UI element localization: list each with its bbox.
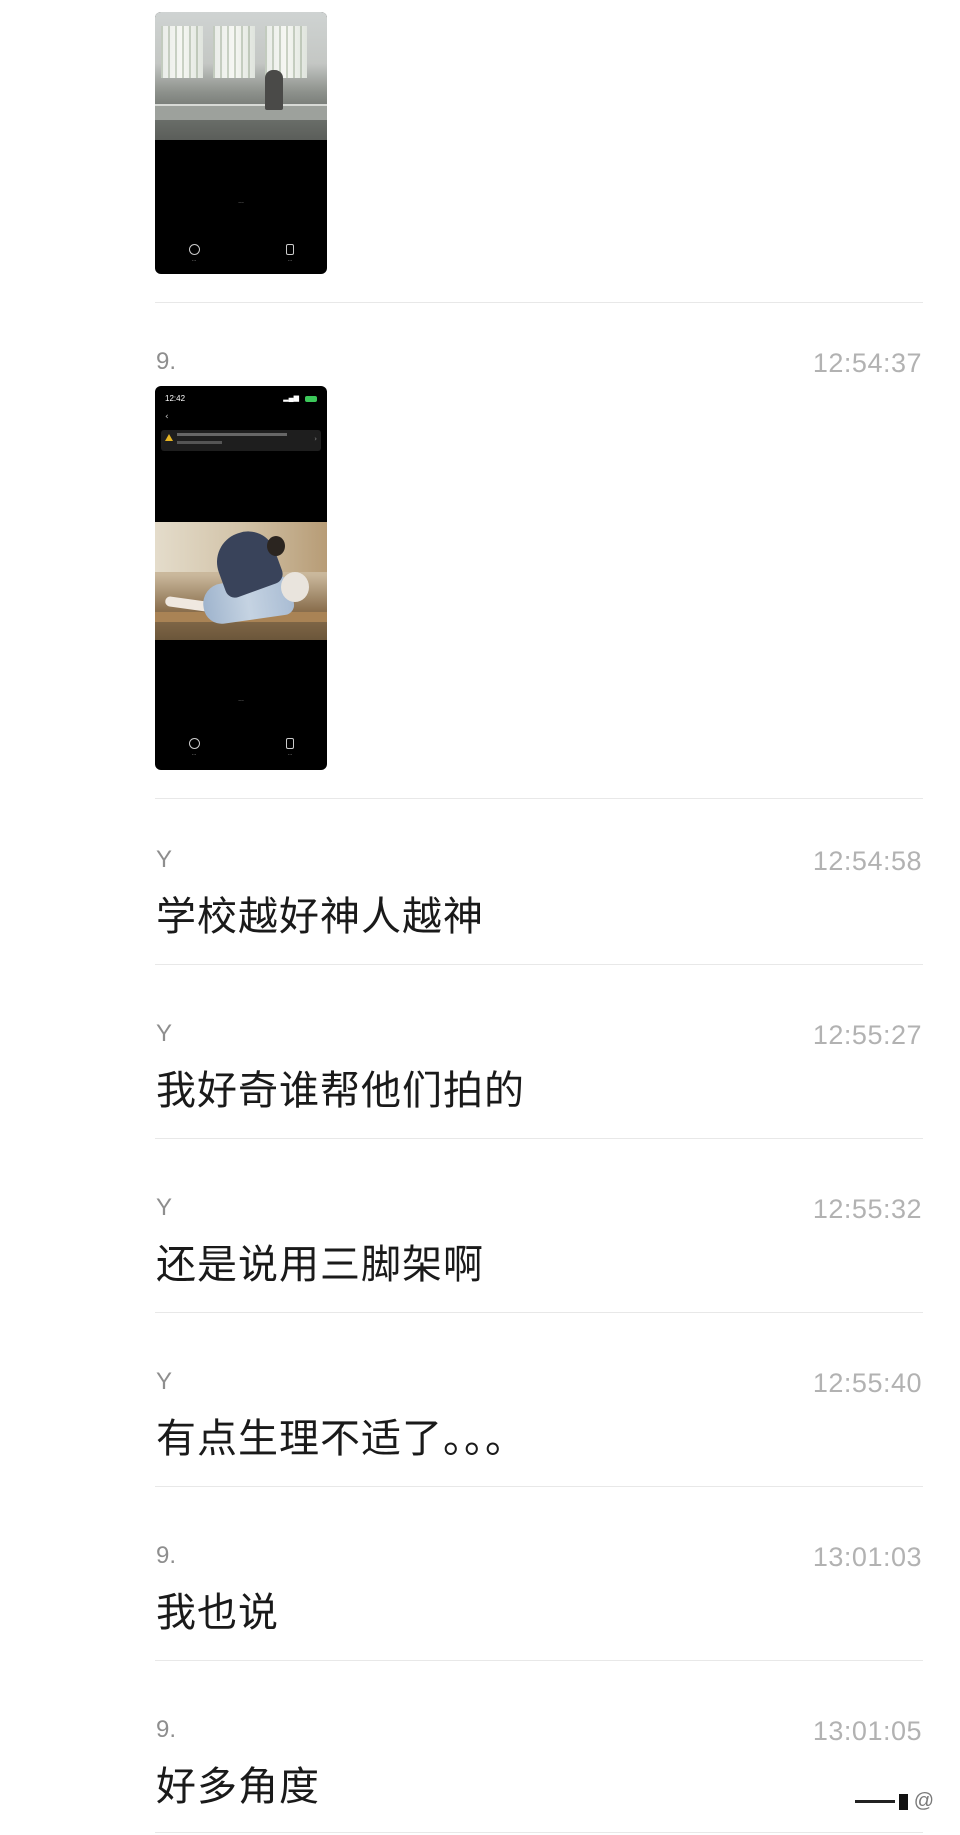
message-sender: 9. (156, 1716, 177, 1743)
message-text: 我也说 (156, 1590, 279, 1636)
message-text: 有点生理不适了。。。 (156, 1416, 526, 1462)
divider (155, 798, 923, 799)
thumbnail-caption: ··· (238, 698, 244, 705)
share-icon (188, 244, 200, 255)
message-time: 12:55:32 (812, 1194, 922, 1224)
chevron-right-icon: › (314, 435, 317, 443)
message-time: 12:55:27 (812, 1020, 922, 1050)
classroom-photo (155, 12, 327, 140)
message-time: 12:54:37 (812, 348, 922, 378)
warning-notice: › (161, 430, 321, 451)
status-bar: 12:42 ▂▄▆ (165, 394, 317, 406)
scene-photo (155, 522, 327, 640)
message-sender: Y (156, 1194, 173, 1221)
thumbnail-left-button: ··· (179, 738, 209, 758)
signal-icon: ▂▄▆ (283, 395, 299, 402)
battery-icon (305, 396, 317, 402)
thumbnail-caption: ··· (238, 200, 244, 207)
thumbnail-right-button: ··· (275, 244, 305, 264)
thumbnail-right-button: ··· (275, 738, 305, 758)
divider (155, 1660, 923, 1661)
divider (155, 1832, 923, 1833)
back-icon: ‹ (165, 412, 169, 422)
divider (155, 1138, 923, 1139)
message-sender: 9. (156, 348, 177, 375)
message-text: 还是说用三脚架啊 (156, 1242, 484, 1288)
image-thumbnail-2[interactable]: 12:42 ▂▄▆ ‹ › ··· ··· ··· (155, 386, 327, 770)
divider (155, 1312, 923, 1313)
message-text: 好多角度 (156, 1764, 320, 1810)
message-text: 我好奇谁帮他们拍的 (156, 1068, 525, 1114)
message-time: 12:55:40 (812, 1368, 922, 1398)
watermark: @ (854, 1790, 934, 1813)
message-time: 12:54:58 (812, 846, 922, 876)
divider (155, 964, 923, 965)
message-text: 学校越好神人越神 (156, 894, 484, 940)
message-sender: Y (156, 1020, 173, 1047)
divider (155, 302, 923, 303)
message-sender: 9. (156, 1542, 177, 1569)
divider (155, 1486, 923, 1487)
phone-icon (286, 738, 294, 749)
message-time: 13:01:03 (812, 1542, 922, 1572)
message-time: 13:01:05 (812, 1716, 922, 1746)
share-icon (188, 738, 200, 749)
warning-icon (165, 434, 173, 441)
message-sender: Y (156, 846, 173, 873)
phone-icon (286, 244, 294, 255)
image-thumbnail-1[interactable]: ··· ··· ··· (155, 12, 327, 274)
message-sender: Y (156, 1368, 173, 1395)
thumbnail-left-button: ··· (179, 244, 209, 264)
